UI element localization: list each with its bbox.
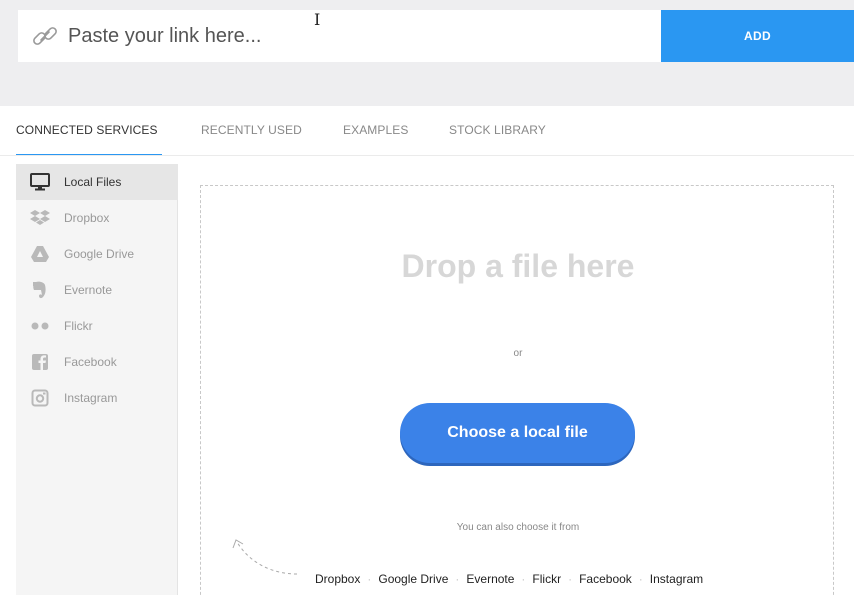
services-sidebar: Local Files Dropbox Google Drive Evernot… [16,164,178,595]
sidebar-item-local-files[interactable]: Local Files [16,164,178,200]
sidebar-item-flickr[interactable]: Flickr [16,308,178,344]
drop-zone-title: Drop a file here [401,248,635,284]
tab-stock-library[interactable]: STOCK LIBRARY [449,123,546,137]
facebook-icon [30,352,50,372]
tab-examples[interactable]: EXAMPLES [343,123,409,137]
tab-recently-used[interactable]: RECENTLY USED [201,123,302,137]
sidebar-item-label: Flickr [64,319,93,333]
sidebar-item-google-drive[interactable]: Google Drive [16,236,178,272]
separator-dot: · [367,572,372,586]
flickr-icon [30,316,50,336]
text-cursor-icon: I [314,10,321,29]
tabs-divider [0,155,854,156]
sidebar-item-label: Google Drive [64,247,135,261]
choose-local-file-button[interactable]: Choose a local file [400,403,635,463]
sidebar-item-facebook[interactable]: Facebook [16,344,178,380]
or-separator: or [513,348,523,359]
sidebar-item-label: Evernote [64,283,113,297]
source-link-dropbox[interactable]: Dropbox [315,572,360,586]
chain-link-icon [28,19,62,53]
source-link-facebook[interactable]: Facebook [579,572,632,586]
sidebar-item-dropbox[interactable]: Dropbox [16,200,178,236]
dropbox-icon [30,208,50,228]
sidebar-item-label: Local Files [64,175,122,189]
separator-dot: · [638,572,643,586]
link-input-box[interactable] [18,10,661,62]
monitor-icon [30,172,50,192]
add-button[interactable]: ADD [661,10,854,62]
sidebar-item-instagram[interactable]: Instagram [16,380,178,416]
alternative-sources-list: Dropbox · Google Drive · Evernote · Flic… [315,572,703,586]
separator-dot: · [568,572,573,586]
tab-bar: CONNECTED SERVICES RECENTLY USED EXAMPLE… [0,106,854,156]
alternative-sources-label: You can also choose it from [456,522,580,533]
tab-connected-services[interactable]: CONNECTED SERVICES [16,123,158,137]
file-drop-zone[interactable]: Drop a file here or Choose a local file … [200,185,834,595]
sidebar-item-evernote[interactable]: Evernote [16,272,178,308]
curved-arrow-icon [231,536,301,583]
source-link-instagram[interactable]: Instagram [650,572,703,586]
sidebar-item-label: Facebook [64,355,117,369]
sidebar-item-label: Instagram [64,391,118,405]
link-bar: ADD [0,0,854,106]
sidebar-item-label: Dropbox [64,211,110,225]
separator-dot: · [455,572,460,586]
link-input[interactable] [68,24,628,48]
evernote-icon [30,280,50,300]
google-drive-icon [30,244,50,264]
source-link-flickr[interactable]: Flickr [532,572,561,586]
instagram-icon [30,388,50,408]
separator-dot: · [521,572,526,586]
source-link-google-drive[interactable]: Google Drive [378,572,448,586]
source-link-evernote[interactable]: Evernote [466,572,514,586]
